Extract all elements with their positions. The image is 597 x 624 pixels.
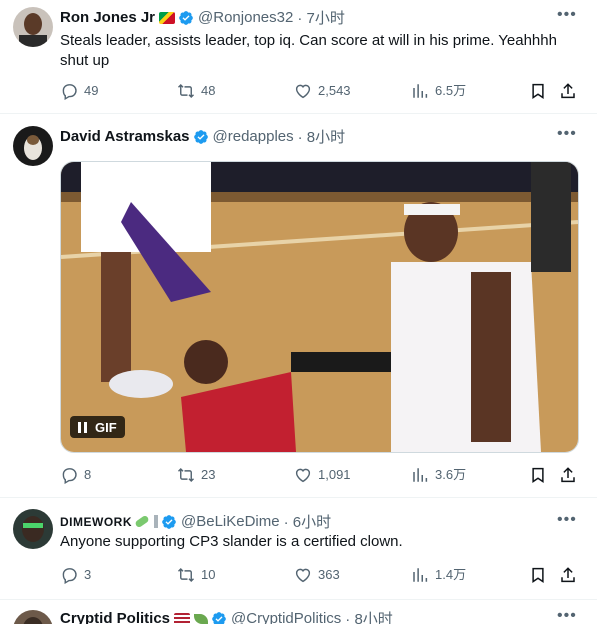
author-handle[interactable]: @CryptidPolitics — [231, 610, 341, 624]
views-button[interactable]: 3.6万 — [411, 466, 466, 484]
author-name[interactable]: Ron Jones Jr — [60, 9, 155, 26]
author-handle[interactable]: @redapples — [213, 128, 294, 145]
author-name[interactable]: Cryptid Politics — [60, 610, 170, 624]
retweet-count: 48 — [201, 83, 216, 98]
retweet-button[interactable]: 10 — [177, 566, 215, 584]
tweet-cryptidpolitics[interactable]: Cryptid Politics @CryptidPolitics · 8小时 … — [0, 599, 597, 624]
like-icon — [294, 82, 312, 100]
gif-badge[interactable]: GIF — [70, 416, 125, 438]
like-icon — [294, 566, 312, 584]
reply-button[interactable]: 8 — [60, 466, 91, 484]
pause-icon[interactable] — [78, 421, 87, 433]
bookmark-icon[interactable] — [529, 466, 547, 484]
reply-icon — [60, 466, 78, 484]
views-count: 1.4万 — [435, 567, 467, 582]
like-count: 2,543 — [318, 83, 351, 98]
tweet-belikedime[interactable]: DIMEWORK @BeLiKeDime · 6小时 ••• Anyone su… — [0, 497, 597, 600]
tweet-time[interactable]: · 7小时 — [297, 7, 345, 28]
retweet-count: 23 — [201, 467, 216, 482]
author-handle[interactable]: @BeLiKeDime — [181, 513, 280, 530]
like-button[interactable]: 363 — [294, 566, 340, 584]
views-button[interactable]: 1.4万 — [411, 566, 466, 584]
avatar-belikedime[interactable] — [13, 509, 53, 549]
verified-badge-icon — [193, 129, 209, 145]
leaf-emoji-icon — [194, 613, 209, 624]
gif-frame — [61, 162, 578, 452]
tweet-ronjones[interactable]: Ron Jones Jr @Ronjones32 · 7小时 ••• Steal… — [0, 0, 597, 114]
views-icon — [411, 82, 429, 100]
share-icon[interactable] — [559, 466, 577, 484]
views-count: 6.5万 — [435, 83, 467, 98]
reply-icon — [60, 82, 78, 100]
retweet-icon — [177, 566, 195, 584]
avatar-redapples[interactable] — [13, 126, 53, 166]
more-icon[interactable]: ••• — [557, 7, 576, 28]
verified-badge-icon — [211, 611, 227, 624]
tweet-text: Anyone supporting CP3 slander is a certi… — [60, 533, 403, 550]
like-button[interactable]: 1,091 — [294, 466, 351, 484]
pill-emoji-icon — [134, 514, 150, 529]
author-handle[interactable]: @Ronjones32 — [198, 9, 293, 26]
views-button[interactable]: 6.5万 — [411, 82, 466, 100]
like-icon — [294, 466, 312, 484]
tweet-time[interactable]: · 8小时 — [298, 126, 346, 147]
retweet-count: 10 — [201, 567, 216, 582]
retweet-button[interactable]: 23 — [177, 466, 215, 484]
views-icon — [411, 566, 429, 584]
retweet-icon — [177, 82, 195, 100]
more-icon[interactable]: ••• — [557, 126, 576, 147]
verified-badge-icon — [178, 10, 194, 26]
more-icon[interactable]: ••• — [557, 608, 576, 624]
bar-emoji-icon — [154, 515, 158, 528]
author-name[interactable]: DIMEWORK — [60, 515, 132, 529]
reply-count: 3 — [84, 567, 92, 582]
gif-label: GIF — [95, 419, 117, 435]
avatar-cryptidpolitics[interactable] — [13, 610, 53, 624]
views-icon — [411, 466, 429, 484]
reply-button[interactable]: 49 — [60, 82, 98, 100]
tweet-gif[interactable] — [60, 161, 579, 453]
reply-button[interactable]: 3 — [60, 566, 91, 584]
like-count: 1,091 — [318, 467, 351, 482]
flag-icon — [159, 11, 176, 24]
retweet-icon — [177, 466, 195, 484]
reply-count: 49 — [84, 83, 99, 98]
more-icon[interactable]: ••• — [557, 512, 576, 533]
reply-icon — [60, 566, 78, 584]
views-count: 3.6万 — [435, 467, 467, 482]
like-button[interactable]: 2,543 — [294, 82, 351, 100]
like-count: 363 — [318, 567, 340, 582]
verified-badge-icon — [161, 514, 177, 530]
share-icon[interactable] — [559, 82, 577, 100]
reply-count: 8 — [84, 467, 92, 482]
tweet-time[interactable]: · 6小时 — [284, 511, 332, 532]
tweet-time[interactable]: · 8小时 — [345, 608, 393, 624]
share-icon[interactable] — [559, 566, 577, 584]
tweet-text: Steals leader, assists leader, top iq. C… — [60, 32, 557, 69]
author-name[interactable]: David Astramskas — [60, 128, 190, 145]
bookmark-icon[interactable] — [529, 566, 547, 584]
retweet-button[interactable]: 48 — [177, 82, 215, 100]
bookmark-icon[interactable] — [529, 82, 547, 100]
flag-icon — [174, 612, 191, 624]
avatar-ronjones[interactable] — [13, 7, 53, 47]
